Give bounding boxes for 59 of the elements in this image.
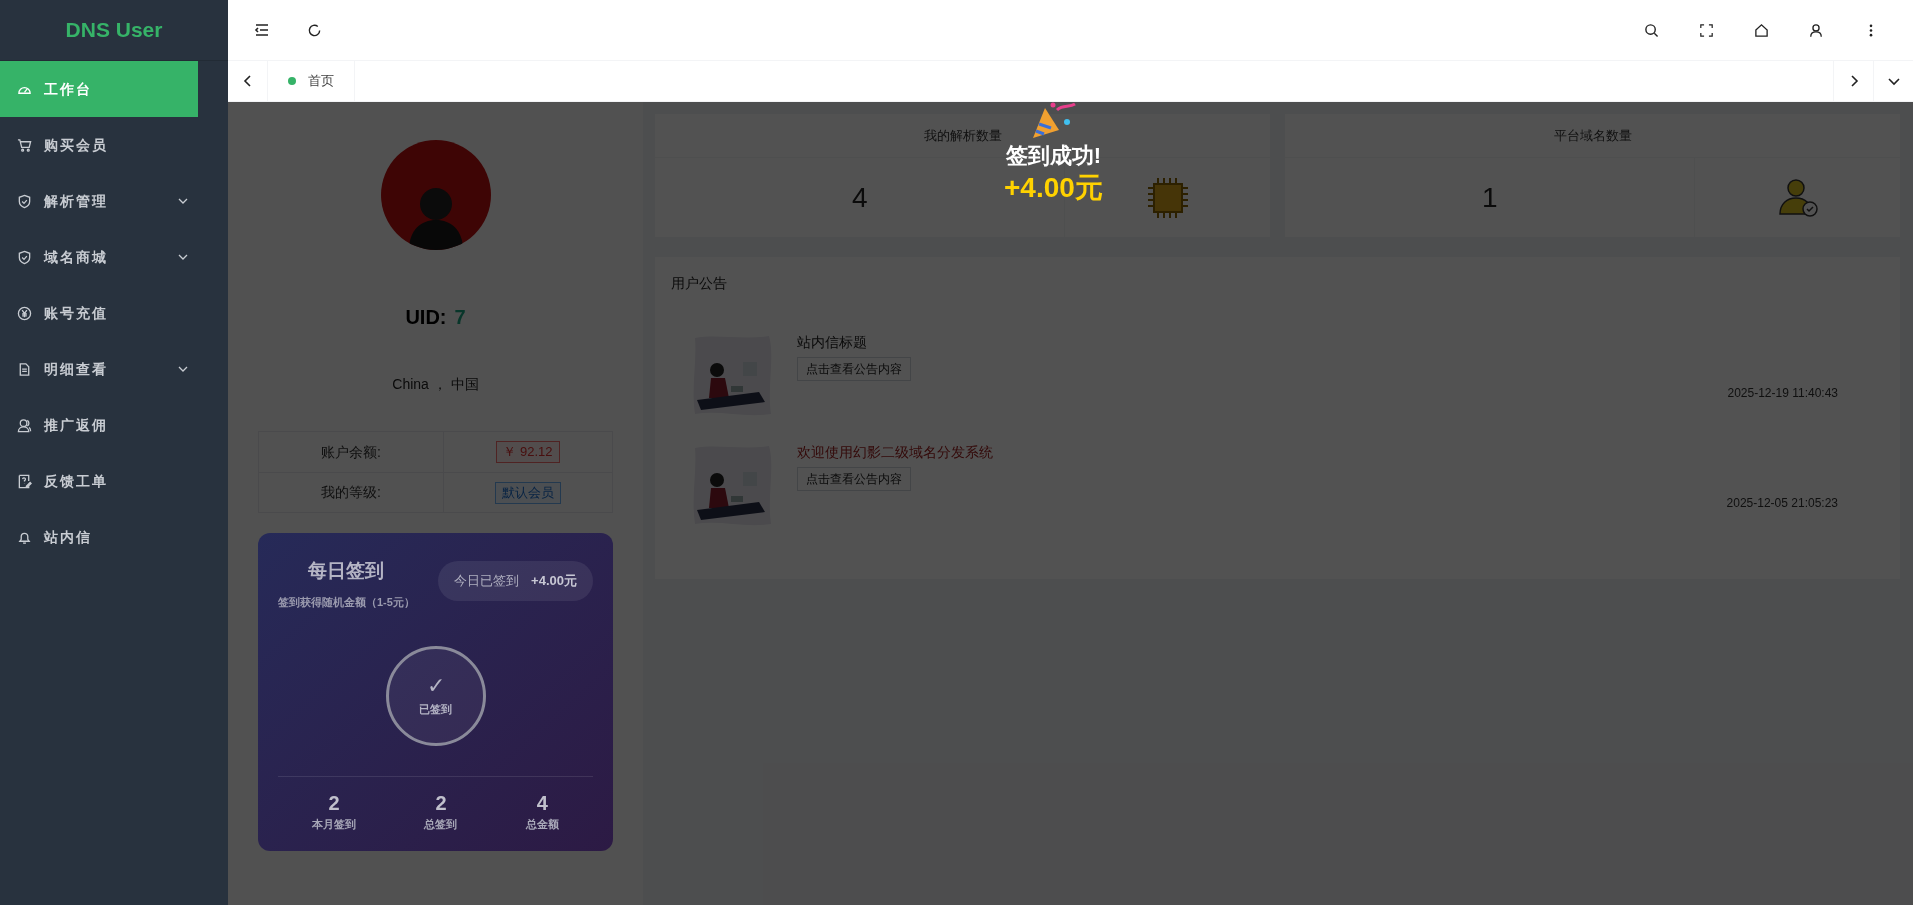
ticket-icon <box>17 473 32 489</box>
menu-label: 站内信 <box>44 527 93 547</box>
checkin-subtitle: 签到获得随机金额（1-5元） <box>278 594 415 610</box>
table-cell: 账户余额: <box>259 432 444 472</box>
uid-value: 7 <box>454 305 466 330</box>
menu-item[interactable]: 反馈工单 <box>0 453 198 509</box>
value-tag: 默认会员 <box>495 481 561 504</box>
yen-icon <box>17 305 32 321</box>
menu-label: 工作台 <box>44 79 93 99</box>
checkin-title: 每日签到 <box>308 559 385 583</box>
location-text: China ， 中国 <box>392 375 479 394</box>
document-icon <box>17 361 32 377</box>
menu-label: 解析管理 <box>44 191 109 211</box>
menu-item[interactable]: 解析管理 <box>0 173 198 229</box>
menu-item[interactable]: 域名商城 <box>0 229 198 285</box>
shield-check-icon <box>17 249 32 265</box>
user-check-icon <box>1778 178 1818 217</box>
stat-value: 2 <box>328 791 340 816</box>
menu-item[interactable]: 购买会员 <box>0 117 198 173</box>
menu-label: 推广返佣 <box>44 415 109 435</box>
stat-title: 平台域名数量 <box>1553 127 1632 144</box>
chevron-down-icon <box>178 254 188 260</box>
users-icon <box>17 417 32 433</box>
stat-label: 本月签到 <box>312 817 357 832</box>
menu-item[interactable]: 站内信 <box>0 509 198 565</box>
page-tab[interactable]: 首页 <box>268 61 355 101</box>
chevron-down-icon <box>178 198 188 204</box>
uid-label: UID: <box>405 305 447 330</box>
stat-label: 总金额 <box>525 817 559 832</box>
stat-number: 1 <box>1481 183 1498 212</box>
menu-label: 域名商城 <box>44 247 109 267</box>
stat-value: 2 <box>435 791 447 816</box>
amount-text: +4.00元 <box>531 572 577 591</box>
stat-value: 4 <box>536 791 548 816</box>
stat-number: 4 <box>851 183 868 212</box>
toast-amount: +4.00元 <box>1004 170 1103 205</box>
menu-item[interactable]: 账号充值 <box>0 285 198 341</box>
menu-label: 购买会员 <box>44 135 109 155</box>
shield-check-icon <box>17 193 32 209</box>
cart-icon <box>17 137 32 153</box>
menu-label: 账号充值 <box>44 303 109 323</box>
announcement-time: 2025-12-19 11:40:43 <box>1727 385 1838 402</box>
circle-label: 已签到 <box>419 701 452 717</box>
app-logo: DNS User <box>65 17 163 44</box>
chevron-down-icon <box>178 366 188 372</box>
announcement-time: 2025-12-05 21:05:23 <box>1726 495 1838 512</box>
chip-icon <box>1146 176 1189 219</box>
menu-item[interactable]: 明细查看 <box>0 341 198 397</box>
menu-label: 明细查看 <box>44 359 109 379</box>
toast-title: 签到成功! <box>1005 142 1102 170</box>
stat-title: 我的解析数量 <box>923 127 1002 144</box>
value-tag: ￥ 92.12 <box>496 441 560 463</box>
menu-item[interactable]: 推广返佣 <box>0 397 198 453</box>
checkmark-glyph: ✓ <box>426 674 445 697</box>
stat-label: 总签到 <box>424 817 458 832</box>
card-title: 用户公告 <box>671 274 728 293</box>
menu-label: 反馈工单 <box>44 471 109 491</box>
table-cell: 我的等级: <box>259 473 444 512</box>
status-text: 今日已签到 <box>454 572 520 591</box>
